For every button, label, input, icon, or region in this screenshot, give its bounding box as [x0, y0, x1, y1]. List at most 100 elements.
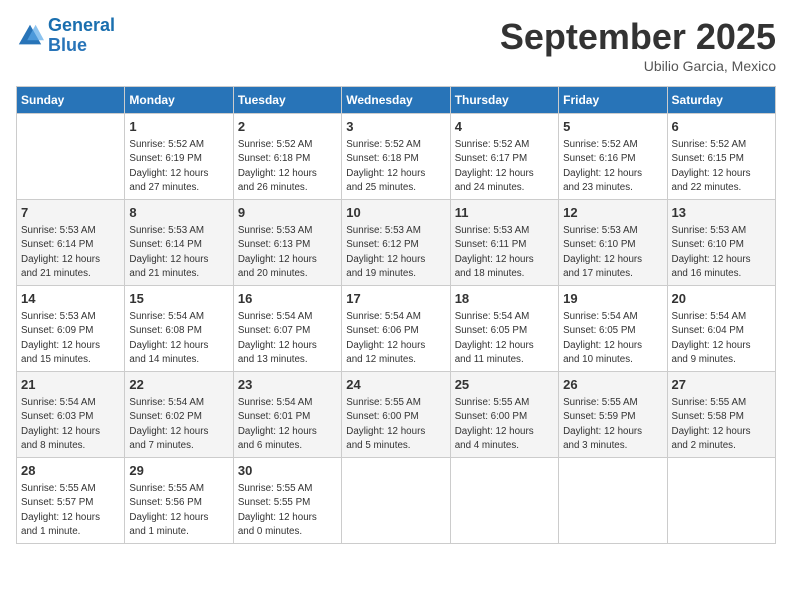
day-info: Sunrise: 5:53 AM Sunset: 6:09 PM Dayligh… [21, 310, 120, 367]
day-cell: 13Sunrise: 5:53 AM Sunset: 6:10 PM Dayli… [667, 200, 775, 286]
day-number: 22 [129, 376, 228, 394]
day-cell: 10Sunrise: 5:53 AM Sunset: 6:12 PM Dayli… [342, 200, 450, 286]
location-subtitle: Ubilio Garcia, Mexico [500, 58, 776, 74]
day-number: 5 [563, 118, 662, 136]
day-cell: 8 Sunrise: 5:53 AM Sunset: 6:14 PM Daylig… [125, 200, 233, 286]
week-row-2: 7 Sunrise: 5:53 AM Sunset: 6:14 PM Daylig… [17, 200, 776, 286]
day-number: 1 [129, 118, 228, 136]
day-info: Sunrise: 5:55 AM Sunset: 5:57 PM Dayligh… [21, 482, 120, 539]
day-info: Sunrise: 5:54 AM Sunset: 6:01 PM Dayligh… [238, 396, 337, 453]
day-info: Sunrise: 5:55 AM Sunset: 5:56 PM Dayligh… [129, 482, 228, 539]
month-title: September 2025 [500, 16, 776, 58]
day-info: Sunrise: 5:52 AM Sunset: 6:19 PM Dayligh… [129, 138, 228, 195]
header-cell-saturday: Saturday [667, 87, 775, 114]
day-cell [559, 458, 667, 544]
day-info: Sunrise: 5:55 AM Sunset: 6:00 PM Dayligh… [455, 396, 554, 453]
day-info: Sunrise: 5:54 AM Sunset: 6:04 PM Dayligh… [672, 310, 771, 367]
day-cell: 1 Sunrise: 5:52 AM Sunset: 6:19 PM Daylig… [125, 114, 233, 200]
calendar-table: SundayMondayTuesdayWednesdayThursdayFrid… [16, 86, 776, 544]
day-number: 11 [455, 204, 554, 222]
day-number: 20 [672, 290, 771, 308]
day-cell: 12Sunrise: 5:53 AM Sunset: 6:10 PM Dayli… [559, 200, 667, 286]
day-number: 24 [346, 376, 445, 394]
day-cell: 24Sunrise: 5:55 AM Sunset: 6:00 PM Dayli… [342, 372, 450, 458]
day-number: 27 [672, 376, 771, 394]
day-info: Sunrise: 5:54 AM Sunset: 6:03 PM Dayligh… [21, 396, 120, 453]
day-cell: 3 Sunrise: 5:52 AM Sunset: 6:18 PM Daylig… [342, 114, 450, 200]
header-cell-thursday: Thursday [450, 87, 558, 114]
day-number: 14 [21, 290, 120, 308]
day-cell: 30 Sunrise: 5:55 AM Sunset: 5:55 PM Dayli… [233, 458, 341, 544]
day-number: 21 [21, 376, 120, 394]
calendar-header: SundayMondayTuesdayWednesdayThursdayFrid… [17, 87, 776, 114]
day-cell: 15 Sunrise: 5:54 AM Sunset: 6:08 PM Dayli… [125, 286, 233, 372]
day-number: 17 [346, 290, 445, 308]
header-row: SundayMondayTuesdayWednesdayThursdayFrid… [17, 87, 776, 114]
day-number: 30 [238, 462, 337, 480]
day-info: Sunrise: 5:54 AM Sunset: 6:06 PM Dayligh… [346, 310, 445, 367]
day-cell: 18 Sunrise: 5:54 AM Sunset: 6:05 PM Dayli… [450, 286, 558, 372]
day-cell: 26Sunrise: 5:55 AM Sunset: 5:59 PM Dayli… [559, 372, 667, 458]
day-number: 16 [238, 290, 337, 308]
day-cell: 19 Sunrise: 5:54 AM Sunset: 6:05 PM Dayli… [559, 286, 667, 372]
day-number: 15 [129, 290, 228, 308]
day-info: Sunrise: 5:54 AM Sunset: 6:08 PM Dayligh… [129, 310, 228, 367]
week-row-4: 21 Sunrise: 5:54 AM Sunset: 6:03 PM Dayli… [17, 372, 776, 458]
header-cell-tuesday: Tuesday [233, 87, 341, 114]
day-number: 26 [563, 376, 662, 394]
day-cell [342, 458, 450, 544]
day-info: Sunrise: 5:54 AM Sunset: 6:02 PM Dayligh… [129, 396, 228, 453]
day-cell: 9Sunrise: 5:53 AM Sunset: 6:13 PM Daylig… [233, 200, 341, 286]
day-cell: 11 Sunrise: 5:53 AM Sunset: 6:11 PM Dayli… [450, 200, 558, 286]
logo-line2: Blue [48, 35, 87, 55]
day-info: Sunrise: 5:53 AM Sunset: 6:11 PM Dayligh… [455, 224, 554, 281]
day-info: Sunrise: 5:53 AM Sunset: 6:10 PM Dayligh… [672, 224, 771, 281]
day-cell: 23Sunrise: 5:54 AM Sunset: 6:01 PM Dayli… [233, 372, 341, 458]
day-cell [667, 458, 775, 544]
day-number: 2 [238, 118, 337, 136]
logo-icon [16, 22, 44, 50]
day-cell: 29 Sunrise: 5:55 AM Sunset: 5:56 PM Dayli… [125, 458, 233, 544]
day-info: Sunrise: 5:54 AM Sunset: 6:05 PM Dayligh… [455, 310, 554, 367]
header-cell-wednesday: Wednesday [342, 87, 450, 114]
day-number: 29 [129, 462, 228, 480]
title-block: September 2025 Ubilio Garcia, Mexico [500, 16, 776, 74]
day-info: Sunrise: 5:54 AM Sunset: 6:05 PM Dayligh… [563, 310, 662, 367]
day-number: 18 [455, 290, 554, 308]
logo-text: General Blue [48, 16, 115, 56]
week-row-1: 1 Sunrise: 5:52 AM Sunset: 6:19 PM Daylig… [17, 114, 776, 200]
day-cell: 20 Sunrise: 5:54 AM Sunset: 6:04 PM Dayli… [667, 286, 775, 372]
day-cell: 28 Sunrise: 5:55 AM Sunset: 5:57 PM Dayli… [17, 458, 125, 544]
day-number: 19 [563, 290, 662, 308]
day-info: Sunrise: 5:52 AM Sunset: 6:18 PM Dayligh… [238, 138, 337, 195]
day-cell: 16 Sunrise: 5:54 AM Sunset: 6:07 PM Dayli… [233, 286, 341, 372]
day-cell: 14 Sunrise: 5:53 AM Sunset: 6:09 PM Dayli… [17, 286, 125, 372]
day-number: 12 [563, 204, 662, 222]
day-info: Sunrise: 5:52 AM Sunset: 6:16 PM Dayligh… [563, 138, 662, 195]
day-info: Sunrise: 5:52 AM Sunset: 6:17 PM Dayligh… [455, 138, 554, 195]
day-info: Sunrise: 5:55 AM Sunset: 5:58 PM Dayligh… [672, 396, 771, 453]
day-cell: 21 Sunrise: 5:54 AM Sunset: 6:03 PM Dayli… [17, 372, 125, 458]
page-header: General Blue September 2025 Ubilio Garci… [16, 16, 776, 74]
day-number: 25 [455, 376, 554, 394]
day-info: Sunrise: 5:55 AM Sunset: 5:55 PM Dayligh… [238, 482, 337, 539]
day-number: 3 [346, 118, 445, 136]
day-info: Sunrise: 5:53 AM Sunset: 6:14 PM Dayligh… [129, 224, 228, 281]
header-cell-friday: Friday [559, 87, 667, 114]
day-info: Sunrise: 5:54 AM Sunset: 6:07 PM Dayligh… [238, 310, 337, 367]
day-info: Sunrise: 5:53 AM Sunset: 6:14 PM Dayligh… [21, 224, 120, 281]
day-cell: 22 Sunrise: 5:54 AM Sunset: 6:02 PM Dayli… [125, 372, 233, 458]
day-info: Sunrise: 5:53 AM Sunset: 6:13 PM Dayligh… [238, 224, 337, 281]
day-cell [17, 114, 125, 200]
day-number: 8 [129, 204, 228, 222]
header-cell-sunday: Sunday [17, 87, 125, 114]
day-number: 6 [672, 118, 771, 136]
day-number: 7 [21, 204, 120, 222]
day-cell: 27 Sunrise: 5:55 AM Sunset: 5:58 PM Dayli… [667, 372, 775, 458]
day-cell: 2 Sunrise: 5:52 AM Sunset: 6:18 PM Daylig… [233, 114, 341, 200]
day-info: Sunrise: 5:52 AM Sunset: 6:18 PM Dayligh… [346, 138, 445, 195]
day-number: 28 [21, 462, 120, 480]
day-cell: 7 Sunrise: 5:53 AM Sunset: 6:14 PM Daylig… [17, 200, 125, 286]
logo-line1: General [48, 15, 115, 35]
day-cell [450, 458, 558, 544]
